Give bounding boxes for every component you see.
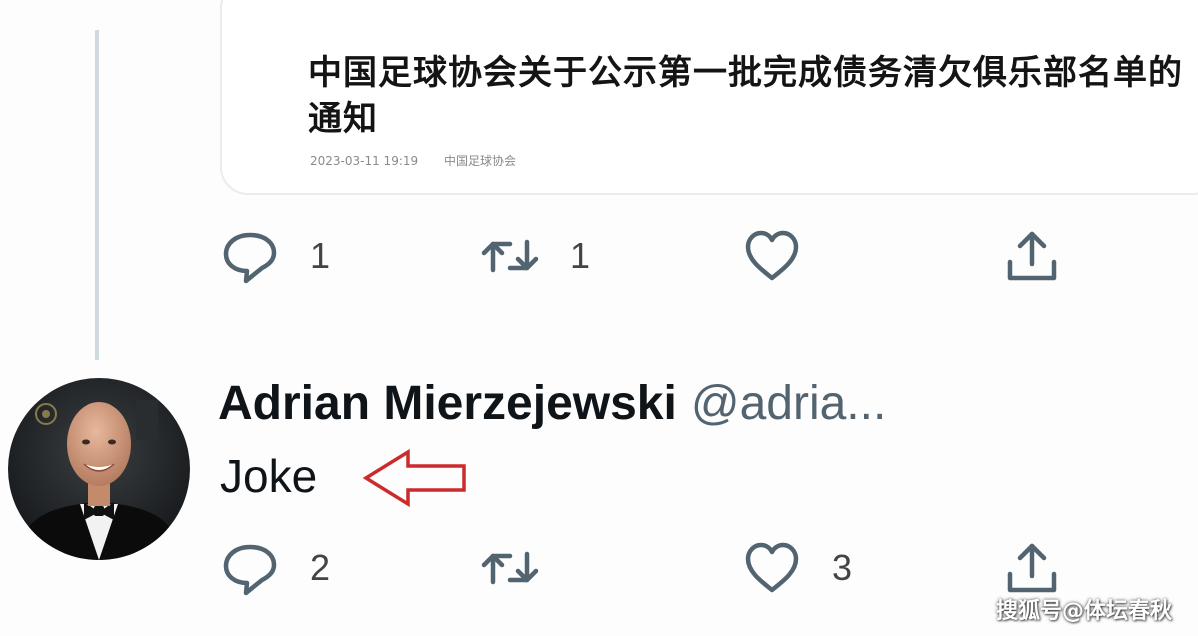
author-avatar[interactable]	[8, 378, 190, 560]
share-icon	[1007, 231, 1057, 281]
retweet-icon	[481, 551, 539, 585]
quoted-article-meta: 2023-03-11 19:19 中国足球协会	[310, 152, 538, 169]
thread-connector-line	[95, 30, 99, 360]
watermark-text: 搜狐号@体坛春秋	[995, 599, 1172, 624]
retweet-button[interactable]: 1	[480, 226, 590, 286]
heart-icon	[745, 542, 799, 593]
like-button[interactable]: 3	[742, 538, 852, 598]
like-count: 3	[832, 547, 853, 588]
share-button[interactable]	[1002, 538, 1062, 598]
reply-count: 1	[310, 235, 331, 276]
like-button[interactable]	[742, 226, 832, 286]
author-handle[interactable]: @adria...	[691, 377, 886, 430]
reply-icon	[223, 544, 277, 596]
retweet-button[interactable]	[480, 538, 570, 598]
share-button[interactable]	[1002, 226, 1062, 286]
tweet-author-row: Adrian Mierzejewski @adria...	[218, 372, 886, 436]
reply-icon	[223, 232, 277, 284]
author-name[interactable]: Adrian Mierzejewski	[218, 377, 677, 430]
avatar-photo	[8, 378, 190, 560]
quoted-article-date: 2023-03-11 19:19	[310, 154, 419, 168]
tweet-text: Joke	[220, 450, 318, 502]
share-icon	[1007, 543, 1057, 593]
reply-button[interactable]: 2	[220, 538, 330, 598]
quoted-article-source: 中国足球协会	[443, 154, 516, 168]
reply-count: 2	[310, 547, 331, 588]
retweet-icon	[481, 239, 539, 273]
reply-button[interactable]: 1	[220, 226, 330, 286]
heart-icon	[745, 230, 799, 281]
retweet-count: 1	[570, 235, 591, 276]
red-arrow-annotation-icon	[362, 448, 466, 508]
quoted-article-title[interactable]: 中国足球协会关于公示第一批完成债务清欠俱乐部名单的通知	[308, 50, 1188, 142]
